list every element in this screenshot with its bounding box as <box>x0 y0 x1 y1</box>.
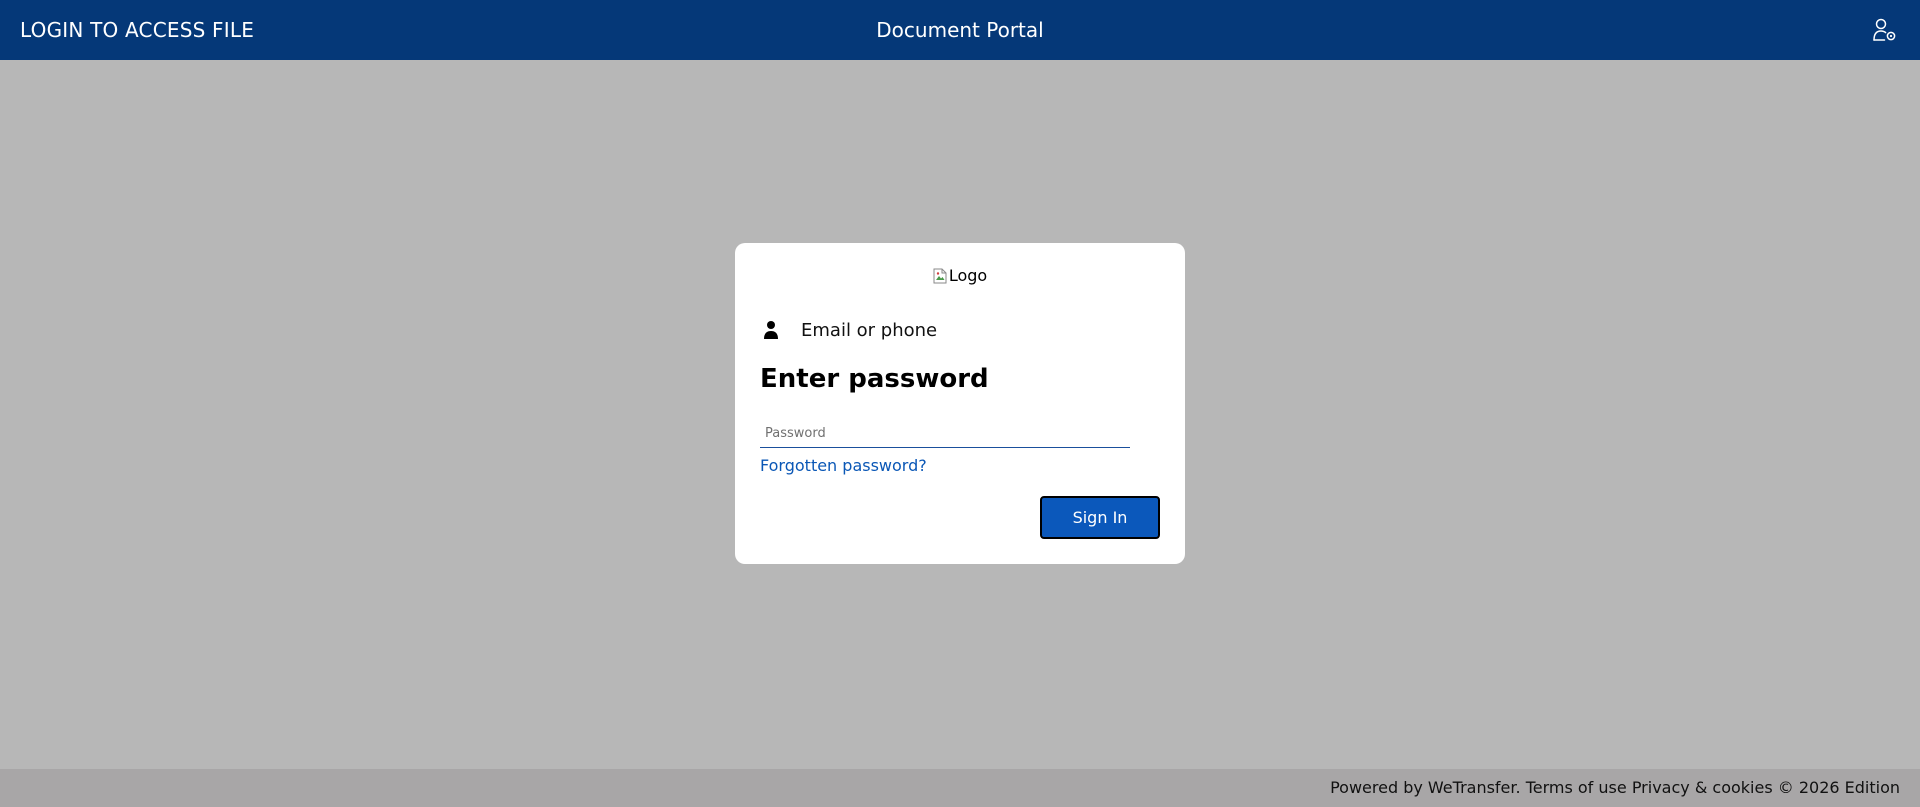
broken-image-icon <box>933 268 947 283</box>
edition-text: © 2026 Edition <box>1777 778 1900 797</box>
footer-text: Powered by WeTransfer. Terms of use Priv… <box>1330 769 1900 807</box>
person-icon <box>764 321 778 339</box>
privacy-link[interactable]: Privacy & cookies <box>1632 778 1773 797</box>
top-bar: LOGIN TO ACCESS FILE Document Portal <box>0 0 1920 60</box>
terms-link[interactable]: Terms of use <box>1526 778 1627 797</box>
user-settings-icon[interactable] <box>1872 18 1898 42</box>
portal-title: Document Portal <box>876 18 1044 42</box>
header-title: LOGIN TO ACCESS FILE <box>20 18 255 42</box>
sign-in-button[interactable]: Sign In <box>1040 496 1160 539</box>
login-card: Logo Email or phone Enter password Forgo… <box>735 243 1185 564</box>
identity-row[interactable]: Email or phone <box>763 318 937 342</box>
logo: Logo <box>735 266 1185 288</box>
forgot-password-link[interactable]: Forgotten password? <box>760 456 927 475</box>
footer: Powered by WeTransfer. Terms of use Priv… <box>0 769 1920 807</box>
password-input[interactable] <box>760 420 1130 448</box>
page-title: Enter password <box>760 364 989 394</box>
logo-alt-text: Logo <box>948 266 988 285</box>
powered-by-text: Powered by WeTransfer. <box>1330 778 1521 797</box>
page: LOGIN TO ACCESS FILE Document Portal Log… <box>0 0 1920 807</box>
identity-text: Email or phone <box>801 319 938 341</box>
